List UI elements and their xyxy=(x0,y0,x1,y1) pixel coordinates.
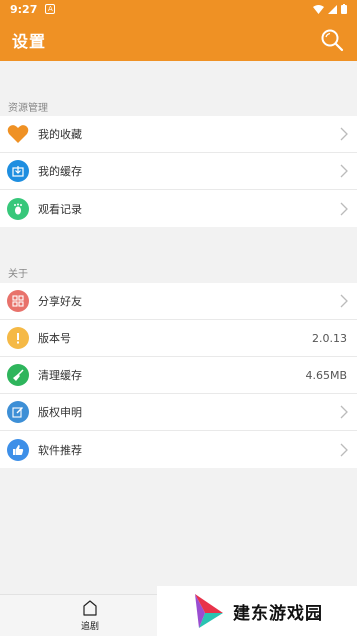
chevron-right-icon xyxy=(340,405,348,419)
signal-icon xyxy=(328,4,337,14)
settings-row-history[interactable]: 观看记录 xyxy=(0,190,357,227)
version-value: 2.0.13 xyxy=(312,331,347,345)
chevron-right-icon xyxy=(340,202,348,215)
download-icon xyxy=(7,160,29,182)
settings-row-favorites[interactable]: 我的收藏 xyxy=(0,116,357,153)
row-label: 版权申明 xyxy=(38,406,82,419)
footprint-icon xyxy=(7,197,29,220)
watermark-logo xyxy=(195,594,223,628)
chevron-right-icon xyxy=(340,443,348,456)
section-label-resources: 资源管理 xyxy=(8,103,48,114)
page-title: 设置 xyxy=(12,31,47,51)
row-label: 清理缓存 xyxy=(38,369,82,382)
resources-group: 我的收藏 我的缓存 观看记录 xyxy=(0,116,357,227)
wifi-icon xyxy=(313,4,324,14)
info-icon xyxy=(7,327,29,349)
status-bar: 9:27 A xyxy=(0,0,357,18)
share-grid-icon xyxy=(7,290,29,312)
settings-row-share[interactable]: 分享好友 xyxy=(0,283,357,320)
status-icons xyxy=(313,4,347,14)
row-label: 软件推荐 xyxy=(38,443,82,457)
row-label: 我的缓存 xyxy=(38,165,82,178)
row-label: 版本号 xyxy=(38,332,71,345)
row-label: 观看记录 xyxy=(38,202,82,216)
row-label: 分享好友 xyxy=(38,295,82,308)
row-label: 我的收藏 xyxy=(38,128,82,141)
edit-icon xyxy=(7,401,29,423)
chevron-right-icon xyxy=(340,164,348,178)
nav-label: 追剧 xyxy=(80,622,99,632)
thumbs-up-icon xyxy=(7,438,29,461)
search-icon[interactable] xyxy=(319,27,345,53)
notification-icon: A xyxy=(45,4,56,14)
settings-row-copyright[interactable]: 版权申明 xyxy=(0,394,357,431)
cache-size-value: 4.65MB xyxy=(305,368,347,382)
watermark-text: 建东游戏园 xyxy=(233,603,323,624)
settings-row-recommend[interactable]: 软件推荐 xyxy=(0,431,357,468)
home-icon xyxy=(83,600,97,616)
app-bar: 设置 xyxy=(0,18,357,61)
heart-icon xyxy=(7,123,29,145)
about-group: 分享好友 版本号 2.0.13 清理缓存 4.65MB 版权申明 软件推荐 xyxy=(0,283,357,468)
chevron-right-icon xyxy=(340,127,348,141)
nav-item-follow[interactable]: 追剧 xyxy=(62,599,118,635)
battery-icon xyxy=(341,4,347,14)
settings-row-version[interactable]: 版本号 2.0.13 xyxy=(0,320,357,357)
settings-row-cache[interactable]: 我的缓存 xyxy=(0,153,357,190)
status-time: 9:27 xyxy=(10,2,38,16)
watermark: 建东游戏园 xyxy=(157,586,357,636)
broom-icon xyxy=(7,364,29,386)
section-label-about: 关于 xyxy=(8,269,28,280)
settings-row-clear-cache[interactable]: 清理缓存 4.65MB xyxy=(0,357,357,394)
chevron-right-icon xyxy=(340,294,348,308)
